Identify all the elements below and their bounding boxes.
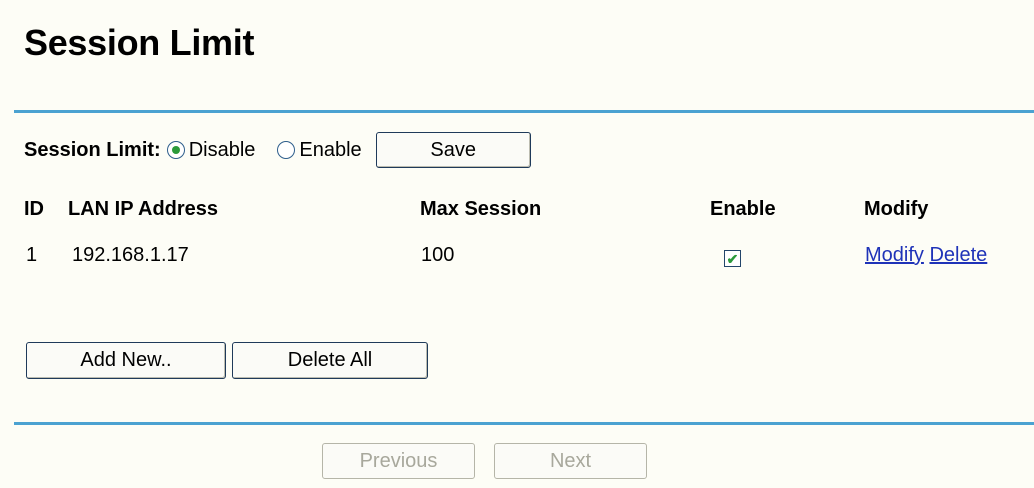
previous-button[interactable]: Previous xyxy=(322,443,475,479)
header-max-session: Max Session xyxy=(420,198,542,220)
page-title: Session Limit xyxy=(24,22,255,63)
radio-unselected-icon[interactable] xyxy=(277,141,296,159)
radio-enable-label: Enable xyxy=(299,138,362,161)
radio-enable[interactable]: Enable xyxy=(277,138,362,162)
session-limit-row: Session Limit: Disable Enable Save xyxy=(24,130,531,170)
radio-selected-icon[interactable] xyxy=(166,141,185,159)
row-id: 1 xyxy=(26,244,38,266)
header-lan-ip: LAN IP Address xyxy=(68,198,219,220)
delete-all-button[interactable]: Delete All xyxy=(232,342,428,379)
delete-link[interactable]: Delete xyxy=(929,244,987,266)
bottom-divider xyxy=(14,422,1034,425)
modify-link[interactable]: Modify xyxy=(865,244,924,266)
radio-disable[interactable]: Disable xyxy=(166,138,256,162)
add-new-button[interactable]: Add New.. xyxy=(26,342,226,379)
next-button[interactable]: Next xyxy=(494,443,647,479)
row-lan-ip: 192.168.1.17 xyxy=(72,244,189,266)
top-divider xyxy=(14,110,1034,113)
header-id: ID xyxy=(24,198,44,220)
radio-disable-label: Disable xyxy=(188,138,256,161)
header-enable: Enable xyxy=(710,198,776,220)
session-limit-label: Session Limit: xyxy=(24,138,161,161)
row-max-session: 100 xyxy=(421,244,455,266)
save-button[interactable]: Save xyxy=(375,132,531,168)
row-actions: Modify Delete xyxy=(865,244,987,267)
header-modify: Modify xyxy=(864,198,929,220)
row-enable-checkbox[interactable]: ✔ xyxy=(724,250,741,267)
checkmark-icon[interactable]: ✔ xyxy=(724,250,741,267)
